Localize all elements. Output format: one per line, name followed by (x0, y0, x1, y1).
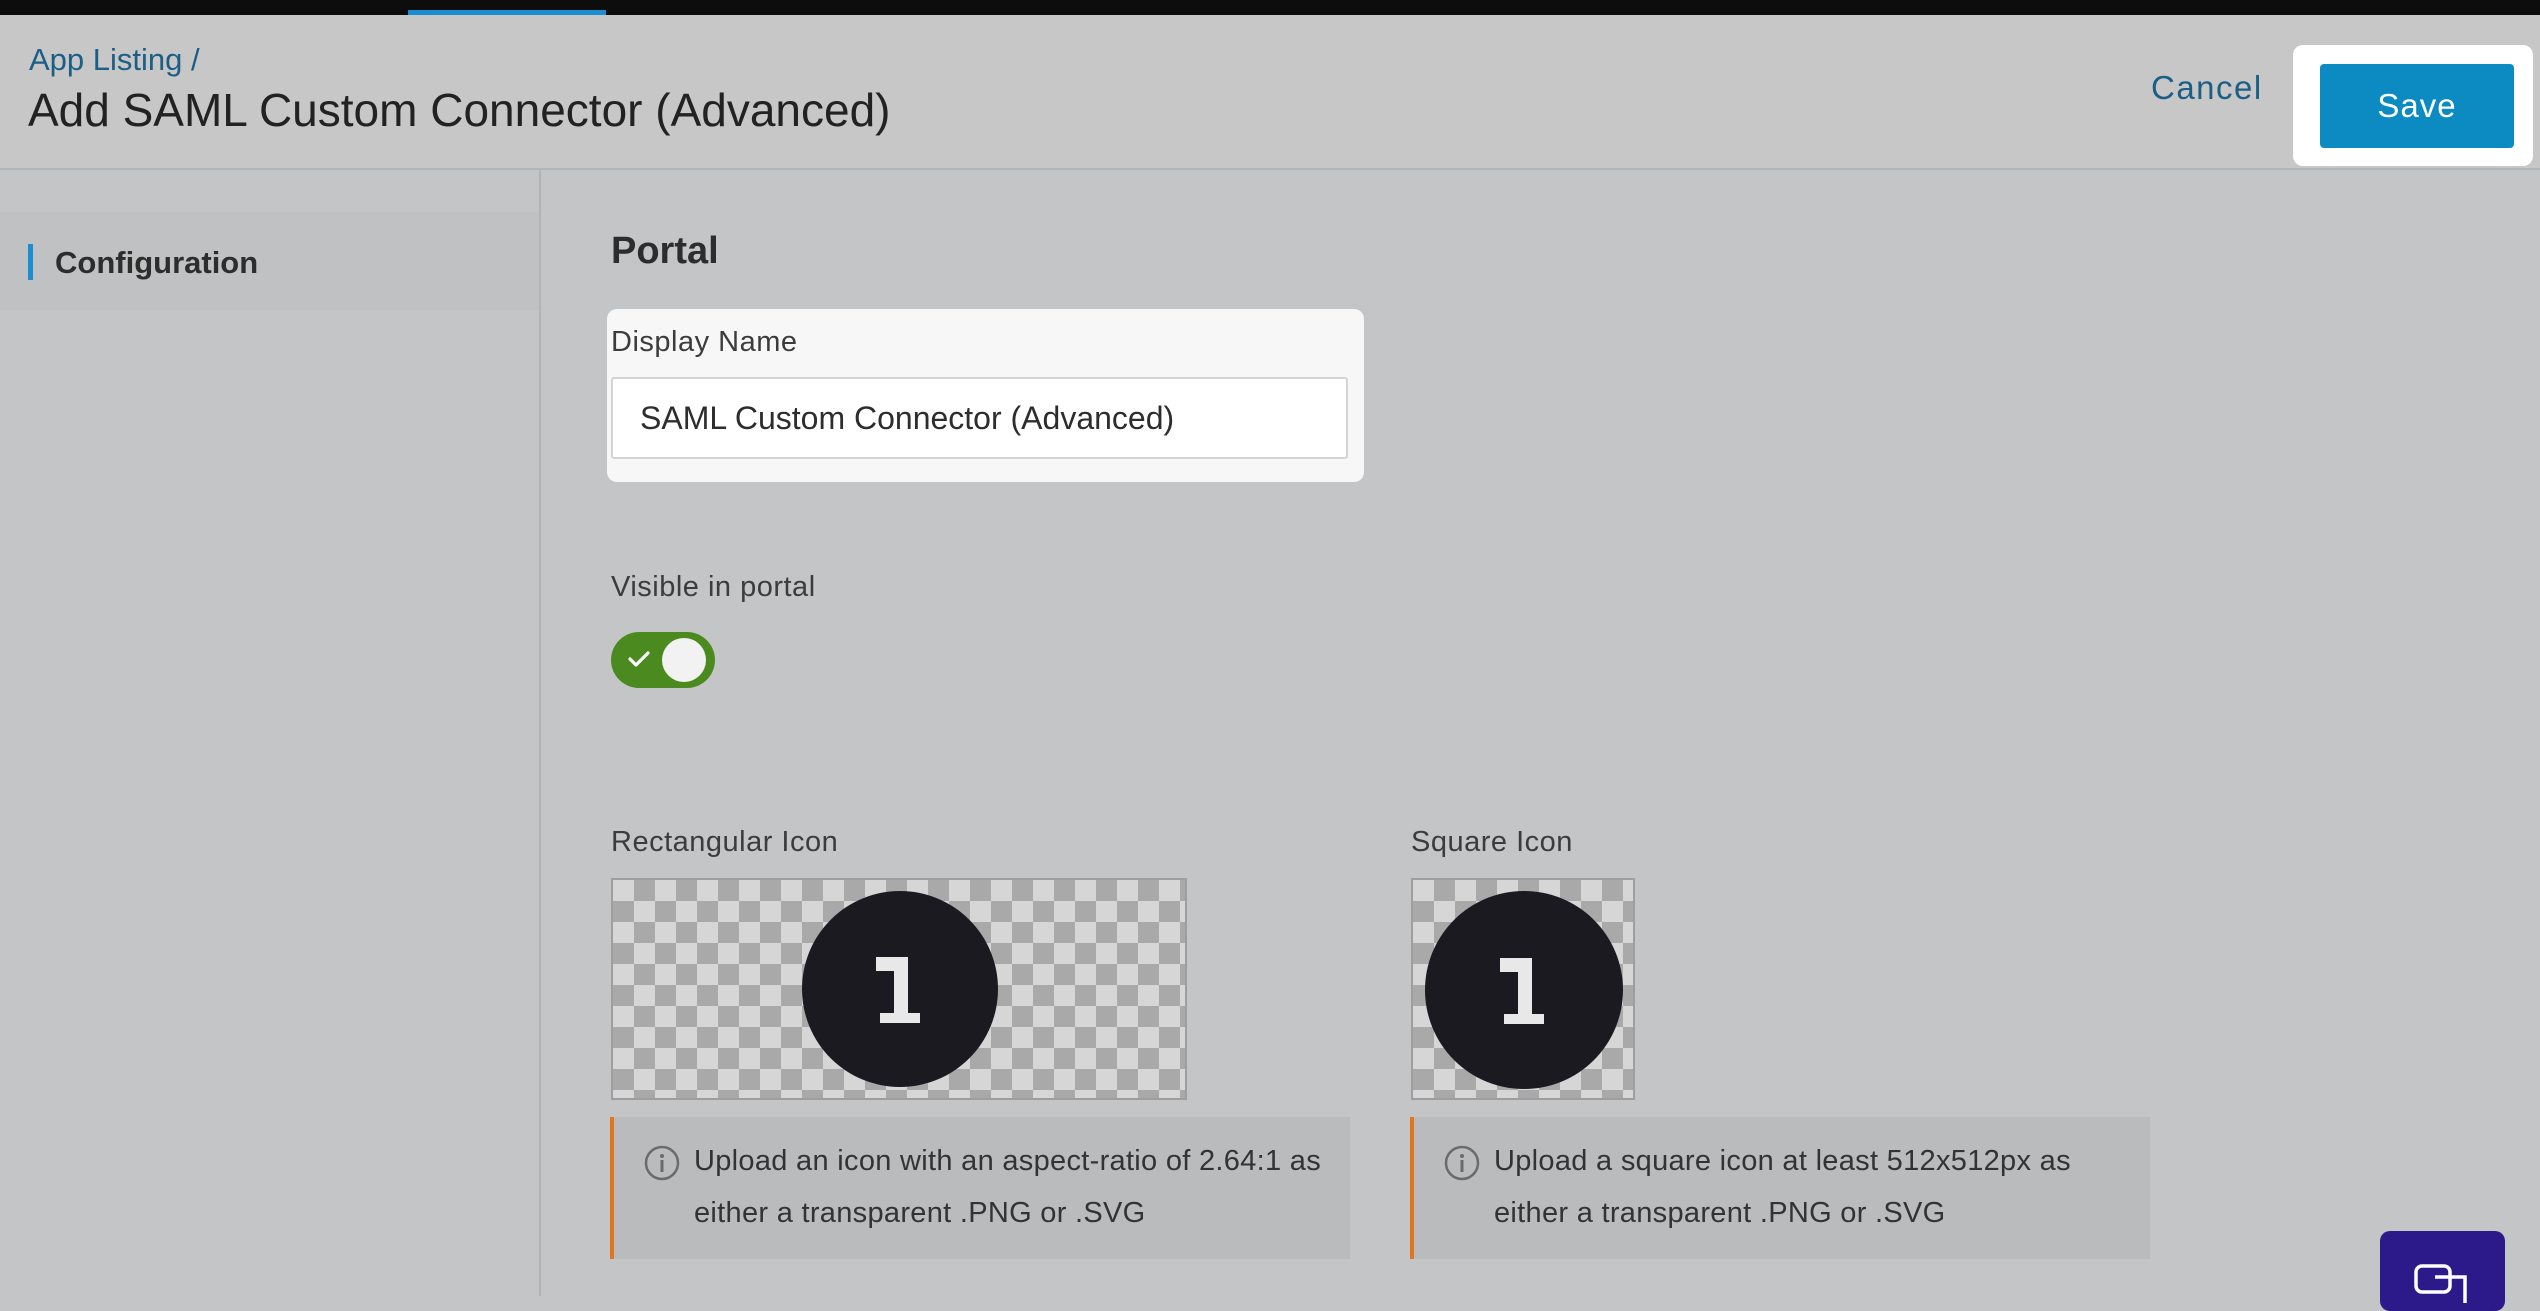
hint-line: Upload an icon with an aspect-ratio of 2… (694, 1145, 1321, 1177)
hint-line: either a transparent .PNG or .SVG (1494, 1197, 1946, 1229)
top-nav-bar (0, 0, 2540, 15)
check-icon (628, 651, 650, 667)
hint-line: either a transparent .PNG or .SVG (694, 1197, 1146, 1229)
toggle-knob (662, 638, 706, 682)
sidebar-item-label: Configuration (55, 245, 259, 280)
chat-widget-button[interactable] (2380, 1231, 2505, 1311)
logo-glyph (876, 957, 920, 1023)
cancel-button[interactable]: Cancel (2151, 69, 2263, 107)
rectangular-icon-label: Rectangular Icon (611, 826, 839, 858)
breadcrumb[interactable]: App Listing / (29, 42, 200, 78)
logo-image (802, 891, 998, 1087)
page-title: Add SAML Custom Connector (Advanced) (28, 84, 891, 136)
rectangular-icon-hint: Upload an icon with an aspect-ratio of 2… (610, 1117, 1350, 1259)
save-button[interactable]: Save (2320, 64, 2514, 148)
display-name-label: Display Name (611, 326, 798, 358)
visible-in-portal-label: Visible in portal (611, 571, 816, 603)
logo-image (1425, 891, 1623, 1089)
info-icon (644, 1145, 680, 1181)
page-header: App Listing / Add SAML Custom Connector … (0, 15, 2540, 170)
chat-icon (2414, 1264, 2467, 1303)
info-icon (1444, 1145, 1480, 1181)
square-icon-label: Square Icon (1411, 826, 1573, 858)
display-name-input[interactable] (611, 377, 1348, 459)
sidebar-item-configuration[interactable]: Configuration (0, 212, 539, 310)
hint-line: Upload a square icon at least 512x512px … (1494, 1145, 2071, 1177)
section-title: Portal (611, 230, 719, 272)
logo-glyph (1500, 958, 1544, 1024)
active-item-indicator (28, 244, 33, 280)
hint-text: Upload an icon with an aspect-ratio of 2… (694, 1135, 1321, 1239)
square-icon-upload[interactable] (1411, 878, 1635, 1100)
rectangular-icon-upload[interactable] (611, 878, 1187, 1100)
hint-text: Upload a square icon at least 512x512px … (1494, 1135, 2071, 1239)
square-icon-hint: Upload a square icon at least 512x512px … (1410, 1117, 2150, 1259)
visible-in-portal-toggle[interactable] (611, 632, 715, 688)
sidebar: Configuration (0, 170, 541, 1296)
